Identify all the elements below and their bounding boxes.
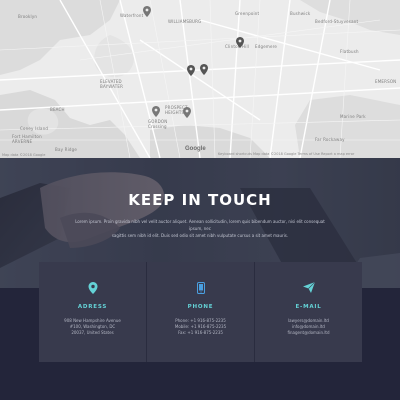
map-label: Coney Island: [20, 126, 49, 131]
map-label: Flatbush: [340, 49, 359, 54]
map-label: BEACH: [50, 107, 65, 112]
location-map[interactable]: Brooklyn Waterfront WILLIAMSBURG Greenpo…: [0, 0, 400, 158]
map-label: Marine Park: [340, 114, 366, 119]
map-footer-left: Map data ©2018 Google: [2, 153, 46, 157]
card-details: Phone: +1 916-875-2235 Mobile: +1 916-87…: [147, 318, 254, 336]
google-logo: Google: [185, 146, 206, 152]
section-title: KEEP IN TOUCH: [128, 191, 272, 209]
map-label: Greenpoint: [235, 11, 260, 16]
map-label: Brooklyn: [18, 14, 38, 19]
map-label: Bedford-Stuyvesant: [315, 19, 359, 24]
email-card: E-MAIL lawyers@domain.ltd info@domain.lt…: [255, 262, 362, 362]
address-card: ADRESS 908 New Hampshire Avenue #100, Wa…: [39, 262, 146, 362]
map-marker-icon[interactable]: [152, 106, 160, 117]
map-label: EMERSON: [375, 79, 397, 84]
section-description: Lorem ipsum. Proin gravida nibh vel veli…: [70, 218, 330, 239]
map-label: Waterfront: [120, 13, 144, 18]
contact-cards: ADRESS 908 New Hampshire Avenue #100, Wa…: [39, 262, 362, 362]
map-marker-icon[interactable]: [187, 65, 195, 76]
map-label: BAYWATER: [100, 84, 124, 89]
map-label: Bushwick: [290, 11, 311, 16]
map-label: HEIGHTS: [165, 110, 185, 115]
map-marker-icon[interactable]: [183, 107, 191, 118]
paper-plane-icon: [302, 282, 315, 293]
map-label: Bay Ridge: [55, 147, 78, 152]
fax-line: Fax: +1 916-875-2235: [178, 330, 223, 335]
map-label: Far Rockaway: [315, 137, 345, 142]
phone-card: PHONE Phone: +1 916-875-2235 Mobile: +1 …: [147, 262, 254, 362]
map-marker-icon[interactable]: [143, 6, 151, 17]
description-line: sagittis sem nibh id elit. Duis sed odio…: [111, 233, 289, 238]
map-marker-icon[interactable]: [236, 37, 244, 48]
map-marker-icon[interactable]: [200, 64, 208, 75]
description-line: Lorem ipsum. Proin gravida nibh vel veli…: [75, 219, 325, 231]
card-details: 908 New Hampshire Avenue #100, Washingto…: [39, 318, 146, 336]
card-details: lawyers@domain.ltd info@domain.ltd finag…: [255, 318, 362, 336]
card-title: ADRESS: [77, 304, 108, 310]
map-label: WILLIAMSBURG: [168, 19, 202, 24]
address-line: 20037, United States: [71, 330, 114, 335]
map-label: Edgemere: [255, 44, 278, 49]
card-title: PHONE: [187, 304, 214, 310]
email-link[interactable]: finagent@domain.ltd: [255, 330, 362, 336]
map-label: ARVERNE: [12, 139, 33, 144]
map-label: Crossing: [148, 124, 167, 129]
card-title: E-MAIL: [295, 304, 322, 310]
phone-icon: [196, 282, 205, 294]
map-footer[interactable]: Keyboard shortcuts Map data ©2018 Google…: [218, 152, 354, 156]
location-pin-icon: [88, 282, 97, 294]
